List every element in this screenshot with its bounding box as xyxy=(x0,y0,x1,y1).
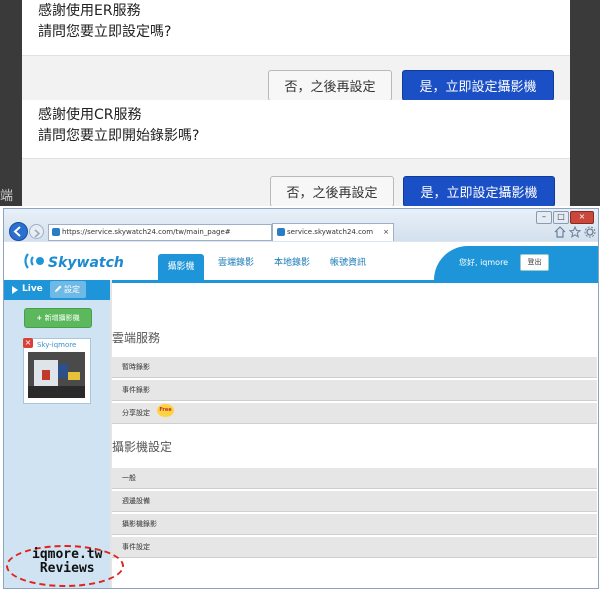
thumb-object-2 xyxy=(68,372,80,380)
dialog-footer: 否，之後再設定 是，立即設定攝影機 xyxy=(22,158,570,206)
watermark: iqmore.tw Reviews xyxy=(32,548,102,576)
row-label: 暫時錄影 xyxy=(122,363,150,371)
backdrop-partial-text: 端 xyxy=(0,189,14,204)
row-label: 分享設定 xyxy=(122,409,150,417)
row-share-settings[interactable]: 分享設定 Free xyxy=(112,403,597,424)
live-label[interactable]: Live xyxy=(22,284,43,294)
back-arrow-icon xyxy=(13,226,21,237)
dialog-message: 感謝使用CR服務 請問您要立即開始錄影嗎? xyxy=(38,105,199,147)
row-peripherals[interactable]: 週邊設備 xyxy=(112,491,597,512)
camera-sidebar: Live 設定 + 新增攝影機 × Sky-iqmore xyxy=(4,280,110,588)
free-badge: Free xyxy=(157,404,174,417)
plus-icon: + xyxy=(36,314,45,322)
cloud-service-heading: 雲端服務 xyxy=(112,331,161,345)
forward-button[interactable] xyxy=(29,224,44,239)
dialog-footer: 否，之後再設定 是，立即設定攝影機 xyxy=(22,55,570,100)
dialog-er: 感謝使用ER服務 請問您要立即設定嗎? 否，之後再設定 是，立即設定攝影機 xyxy=(0,0,600,100)
backdrop-right xyxy=(570,0,600,100)
later-button[interactable]: 否，之後再設定 xyxy=(268,70,392,100)
site-logo-text: Skywatch xyxy=(48,255,124,271)
setup-now-button[interactable]: 是，立即設定攝影機 xyxy=(402,70,554,100)
close-window-button[interactable]: × xyxy=(570,211,594,224)
thumb-object-3 xyxy=(42,370,50,380)
row-temporary-recording[interactable]: 暫時錄影 xyxy=(112,357,597,378)
dialog-line-2: 請問您要立即開始錄影嗎? xyxy=(38,128,200,144)
home-icon[interactable] xyxy=(554,226,566,238)
row-camera-recording[interactable]: 攝影機錄影 xyxy=(112,514,597,535)
settings-tab-label: 設定 xyxy=(64,285,80,294)
settings-gear-icon[interactable] xyxy=(584,226,596,238)
address-bar[interactable]: https://service.skywatch24.com/tw/main_p… xyxy=(48,224,272,241)
nav-tab-account[interactable]: 帳號資訊 xyxy=(322,252,374,274)
row-general[interactable]: 一般 xyxy=(112,468,597,489)
minimize-button[interactable]: – xyxy=(536,211,552,224)
dialog-line-1: 感謝使用ER服務 xyxy=(38,3,141,19)
forward-arrow-icon xyxy=(34,229,41,238)
remove-camera-icon[interactable]: × xyxy=(23,338,33,348)
web-page: Skywatch 攝影機 雲端錄影 本地錄影 帳號資訊 您好, iqmore 登… xyxy=(4,242,598,588)
pencil-icon xyxy=(55,285,62,292)
tab-close-icon[interactable]: × xyxy=(383,224,389,241)
dialog-cr: 端 感謝使用CR服務 請問您要立即開始錄影嗎? 否，之後再設定 是，立即設定攝影… xyxy=(0,100,600,206)
browser-tab[interactable]: service.skywatch24.com × xyxy=(272,223,394,241)
address-url: https://service.skywatch24.com/tw/main_p… xyxy=(62,228,231,236)
add-camera-button[interactable]: + 新增攝影機 xyxy=(24,308,92,328)
backdrop-left xyxy=(0,0,22,100)
watermark-line-2: Reviews xyxy=(39,561,95,576)
favorites-star-icon[interactable] xyxy=(569,226,581,238)
row-label: 事件錄影 xyxy=(122,386,150,394)
nav-tab-local-recording[interactable]: 本地錄影 xyxy=(266,252,318,274)
watermark-line-1: iqmore.tw xyxy=(32,547,103,562)
browser-window: – □ × https://service.skywatch24.com/tw/… xyxy=(3,208,599,589)
tab-title: service.skywatch24.com xyxy=(287,228,374,236)
nav-tab-cloud-recording[interactable]: 雲端錄影 xyxy=(210,252,262,274)
row-label: 一般 xyxy=(122,474,136,482)
dialog-line-1: 感謝使用CR服務 xyxy=(38,107,142,123)
site-header: Skywatch 攝影機 雲端錄影 本地錄影 帳號資訊 您好, iqmore 登… xyxy=(4,242,598,283)
add-camera-label: 新增攝影機 xyxy=(44,314,80,322)
user-greeting: 您好, iqmore xyxy=(459,258,509,267)
dialog-message: 感謝使用ER服務 請問您要立即設定嗎? xyxy=(38,1,171,43)
site-favicon-icon xyxy=(52,228,60,236)
camera-card[interactable]: × Sky-iqmore xyxy=(23,338,91,404)
live-play-icon xyxy=(12,286,18,294)
thumb-object xyxy=(58,364,68,378)
later-button[interactable]: 否，之後再設定 xyxy=(270,176,394,206)
camera-settings-heading: 攝影機設定 xyxy=(112,440,173,454)
camera-thumbnail xyxy=(28,352,85,398)
row-label: 事件設定 xyxy=(122,543,150,551)
browser-chrome: – □ × https://service.skywatch24.com/tw/… xyxy=(4,209,598,241)
dialog-line-2: 請問您要立即設定嗎? xyxy=(38,24,172,40)
maximize-button[interactable]: □ xyxy=(553,211,569,224)
row-label: 攝影機錄影 xyxy=(122,520,157,528)
back-button[interactable] xyxy=(9,222,28,241)
settings-tab[interactable]: 設定 xyxy=(50,281,86,298)
nav-tab-cameras[interactable]: 攝影機 xyxy=(158,254,204,280)
row-event-recording[interactable]: 事件錄影 xyxy=(112,380,597,401)
row-event-settings[interactable]: 事件設定 xyxy=(112,537,597,558)
setup-now-button[interactable]: 是，立即設定攝影機 xyxy=(403,176,555,206)
thumb-floor xyxy=(28,386,85,398)
logout-button[interactable]: 登出 xyxy=(520,254,549,271)
tab-favicon-icon xyxy=(277,228,285,236)
backdrop-right xyxy=(570,100,600,206)
row-label: 週邊設備 xyxy=(122,497,150,505)
camera-name: Sky-iqmore xyxy=(37,341,77,349)
